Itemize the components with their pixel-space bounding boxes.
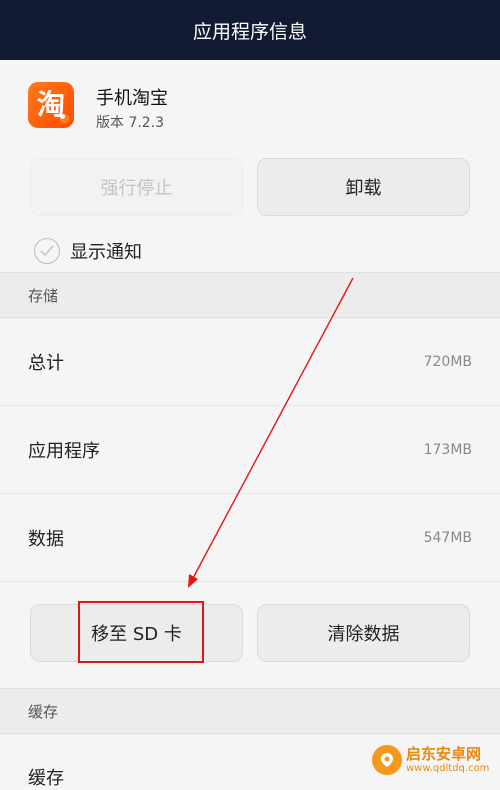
storage-row-data: 数据 547MB xyxy=(0,494,500,582)
annotation-highlight-box xyxy=(78,601,204,663)
uninstall-label: 卸载 xyxy=(345,178,382,199)
show-notification-label: 显示通知 xyxy=(70,242,142,263)
row-label: 应用程序 xyxy=(28,440,100,462)
taobao-app-icon: 淘 xyxy=(28,82,74,128)
row-value: 173MB xyxy=(423,441,472,458)
cache-row-label: 缓存 xyxy=(28,768,64,789)
watermark-url: www.qdltdq.com xyxy=(406,762,490,774)
force-stop-button: 强行停止 xyxy=(30,158,243,216)
app-version: 版本 7.2.3 xyxy=(96,115,165,131)
storage-row-total: 总计 720MB xyxy=(0,318,500,406)
checkbox-icon[interactable] xyxy=(34,238,60,264)
watermark-logo-icon xyxy=(372,745,402,775)
clear-data-label: 清除数据 xyxy=(327,624,400,645)
watermark-title: 启东安卓网 xyxy=(406,745,482,764)
row-label: 总计 xyxy=(28,352,64,374)
watermark: 启东安卓网 www.qdltdq.com xyxy=(372,740,500,780)
app-name: 手机淘宝 xyxy=(96,88,168,109)
row-label: 数据 xyxy=(28,528,64,550)
storage-header-label: 存储 xyxy=(28,286,59,305)
page-title: 应用程序信息 xyxy=(192,20,307,43)
checkmark-icon xyxy=(40,245,54,257)
clear-data-button[interactable]: 清除数据 xyxy=(257,604,470,662)
title-bar: 应用程序信息 xyxy=(0,0,500,60)
show-notification-row[interactable]: 显示通知 xyxy=(34,236,142,266)
storage-section-header: 存储 xyxy=(0,272,500,318)
cache-section-header: 缓存 xyxy=(0,688,500,734)
app-icon-dot xyxy=(60,114,69,123)
storage-row-app: 应用程序 173MB xyxy=(0,406,500,494)
row-value: 720MB xyxy=(423,353,472,370)
uninstall-button[interactable]: 卸载 xyxy=(257,158,470,216)
cache-header-label: 缓存 xyxy=(28,702,59,721)
force-stop-label: 强行停止 xyxy=(100,178,173,199)
row-value: 547MB xyxy=(423,529,472,546)
app-header: 淘 手机淘宝 版本 7.2.3 xyxy=(0,60,500,156)
